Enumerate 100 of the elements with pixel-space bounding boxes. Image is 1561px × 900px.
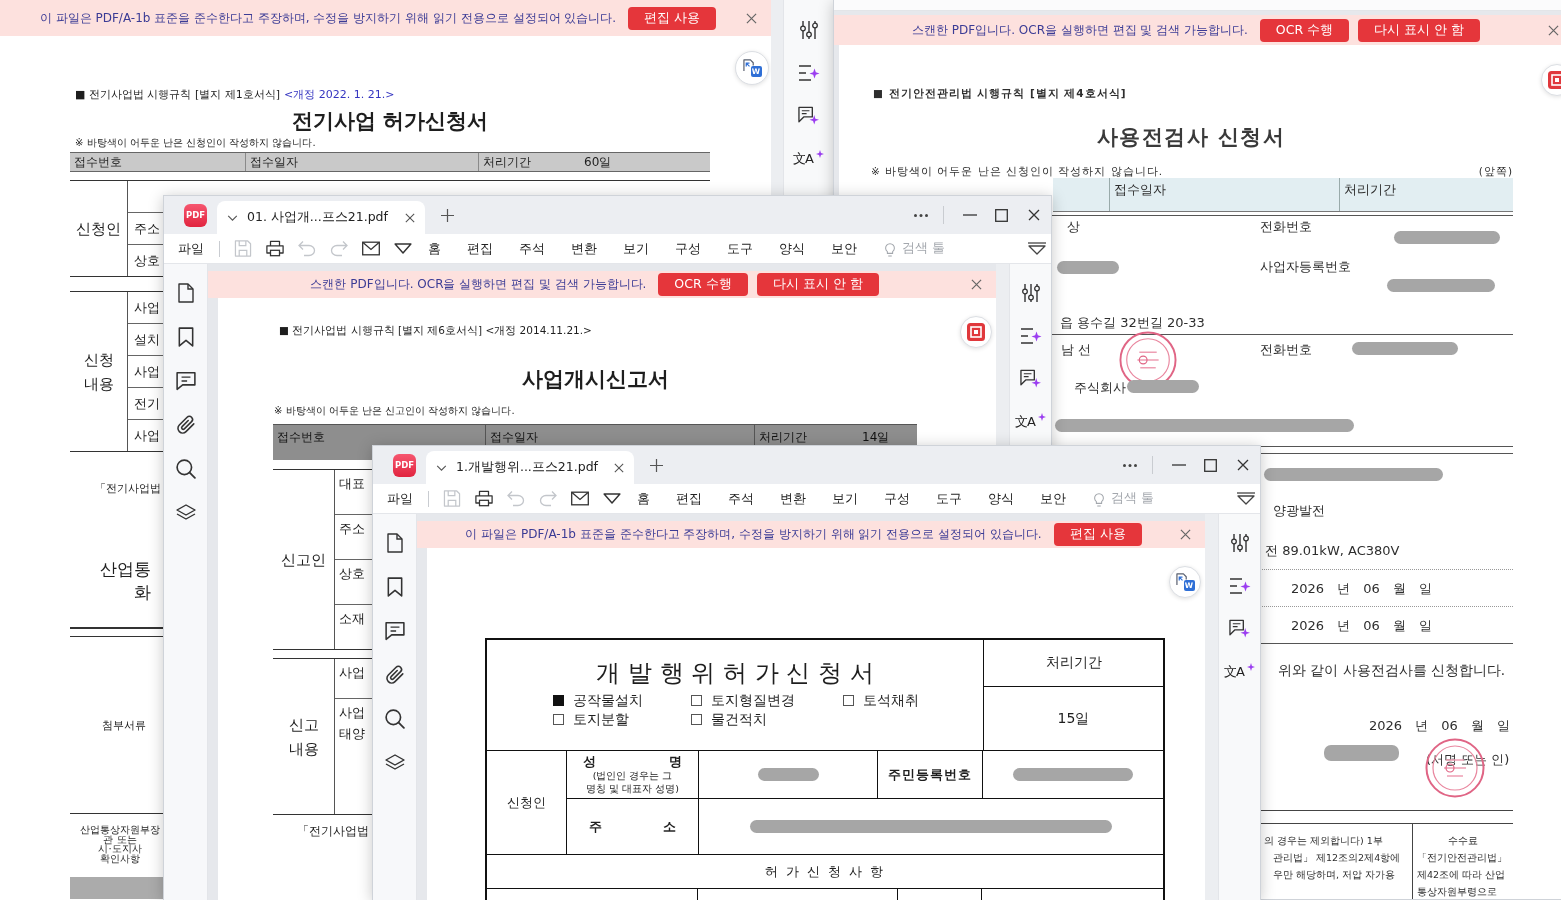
close-icon[interactable] <box>1028 209 1040 221</box>
maximize-icon[interactable] <box>1204 458 1217 472</box>
form-label: 대표 <box>339 477 365 491</box>
more-icon[interactable] <box>914 213 928 217</box>
translate-button[interactable]: 文A <box>793 150 824 170</box>
checkbox[interactable] <box>553 714 564 725</box>
menu-item[interactable]: 주석 <box>715 487 767 510</box>
file-menu[interactable]: 파일 <box>387 487 413 510</box>
plus-icon[interactable] <box>441 208 454 222</box>
menu-item[interactable]: 보기 <box>819 487 871 510</box>
form-text: 2026 년 06 월 일 <box>1291 619 1433 633</box>
form-title: 전기사업 허가신청서 <box>291 109 489 133</box>
envelope-icon[interactable] <box>571 490 589 507</box>
plus-icon[interactable] <box>650 458 663 472</box>
printer-icon[interactable] <box>266 240 284 257</box>
comment-icon[interactable] <box>384 621 405 641</box>
chevron-icon[interactable] <box>227 214 238 221</box>
action-button[interactable]: 다시 표시 안 함 <box>756 273 879 296</box>
form-label: 사업 <box>339 666 365 680</box>
checkbox[interactable] <box>691 714 702 725</box>
form-text: 주식회사 <box>1074 381 1126 395</box>
close-icon[interactable] <box>614 462 624 473</box>
layers-icon[interactable] <box>175 503 196 523</box>
menu-item[interactable]: 편집 <box>663 487 715 510</box>
menu-item[interactable]: 변환 <box>767 487 819 510</box>
menu-item[interactable]: 양식 <box>975 487 1027 510</box>
caret-icon[interactable] <box>1027 242 1047 255</box>
page-icon[interactable] <box>175 283 196 303</box>
menu-item[interactable]: 보안 <box>1027 487 1079 510</box>
file-menu[interactable]: 파일 <box>178 237 204 260</box>
caret-icon[interactable] <box>1236 492 1256 505</box>
form-title: 사용전검사 신청서 <box>1096 125 1286 149</box>
printer-icon[interactable] <box>475 490 493 507</box>
form-label: 전기 <box>134 396 160 411</box>
comment-icon[interactable] <box>175 371 196 391</box>
comment-sparkle-icon[interactable] <box>798 106 819 126</box>
menu-item[interactable]: 보기 <box>610 237 662 260</box>
more-icon[interactable] <box>1123 463 1137 467</box>
action-button[interactable]: OCR 수행 <box>658 273 748 296</box>
layers-icon[interactable] <box>384 753 405 773</box>
document-tab[interactable]: 1.개발행위...프스21.pdf <box>426 451 634 484</box>
menu-item[interactable]: 변환 <box>558 237 610 260</box>
menu-item[interactable]: 구성 <box>662 237 714 260</box>
paperclip-icon[interactable] <box>175 415 196 435</box>
form-header: ■ 전기안전관리법 시행규칙 [별지 제4호서식] <box>873 87 1127 99</box>
sliders-icon[interactable] <box>1230 533 1249 553</box>
caret-icon[interactable] <box>603 490 621 507</box>
paperclip-icon[interactable] <box>384 665 405 685</box>
search-icon[interactable] <box>384 709 405 729</box>
menu-item[interactable]: 구성 <box>871 487 923 510</box>
menu-item[interactable]: 홈 <box>415 237 454 260</box>
form-label: 처리기간 <box>1344 182 1396 199</box>
form-label: 소재 <box>339 612 365 626</box>
action-button[interactable]: OCR 수행 <box>1259 18 1350 42</box>
form-label: 접수번호 <box>74 153 122 171</box>
search-icon[interactable] <box>175 459 196 479</box>
form-label: 성 명 <box>582 754 683 769</box>
menu-item[interactable]: 홈 <box>624 487 663 510</box>
page-icon[interactable] <box>384 533 405 553</box>
sliders-icon[interactable] <box>799 20 818 40</box>
menu-item[interactable]: 편집 <box>454 237 506 260</box>
sliders-icon[interactable] <box>1021 283 1040 303</box>
chevron-icon[interactable] <box>436 464 447 471</box>
maximize-icon[interactable] <box>995 208 1008 222</box>
menu-item[interactable]: 도구 <box>923 487 975 510</box>
menu-item[interactable]: 양식 <box>766 237 818 260</box>
translate-button[interactable]: 文A <box>1015 413 1046 433</box>
comment-sparkle-icon[interactable] <box>1229 619 1250 639</box>
document-tab[interactable]: 01. 사업개...프스21.pdf <box>217 201 425 234</box>
menu-item[interactable]: 보안 <box>818 237 870 260</box>
form-value: 14일 <box>862 429 890 446</box>
checkbox[interactable] <box>553 695 564 706</box>
form-text: 「전기사업법 <box>95 482 161 495</box>
page-side-label: (앞쪽) <box>1478 165 1513 177</box>
form-label: 주민등록번호 <box>888 765 972 784</box>
checkbox[interactable] <box>691 695 702 706</box>
form-label: 접수번호 <box>277 429 325 446</box>
banner-message: 이 파일은 PDF/A-1b 표준을 준수한다고 주장하며, 수정을 방지하기 위해 읽기 전용으로 설정되어 있습니다. <box>39 9 617 27</box>
close-icon[interactable] <box>1237 459 1249 471</box>
form-text: 사업자등록번호 <box>1260 260 1351 274</box>
form-text: 양광발전 <box>1273 504 1325 518</box>
action-button[interactable]: 편집 사용 <box>628 6 717 30</box>
envelope-icon[interactable] <box>362 240 380 257</box>
close-icon[interactable] <box>405 212 415 223</box>
caret-icon[interactable] <box>394 240 412 257</box>
ocr-button[interactable] <box>960 316 992 348</box>
translate-button[interactable]: 文A <box>1224 663 1255 683</box>
list-sparkle-icon[interactable] <box>797 64 820 82</box>
form-label: 사업 <box>339 706 365 720</box>
menu-item[interactable]: 도구 <box>714 237 766 260</box>
menu-item[interactable]: 주석 <box>506 237 558 260</box>
form-label: 주 소 <box>588 819 677 834</box>
action-button[interactable]: 편집 사용 <box>1053 523 1142 546</box>
form-text: 전화번호 <box>1260 220 1312 234</box>
comment-sparkle-icon[interactable] <box>1020 369 1041 389</box>
option-label: 토지분할 <box>573 712 629 727</box>
list-sparkle-icon[interactable] <box>1228 577 1251 595</box>
checkbox[interactable] <box>843 695 854 706</box>
list-sparkle-icon[interactable] <box>1019 327 1042 345</box>
action-button[interactable]: 다시 표시 안 함 <box>1358 18 1480 42</box>
